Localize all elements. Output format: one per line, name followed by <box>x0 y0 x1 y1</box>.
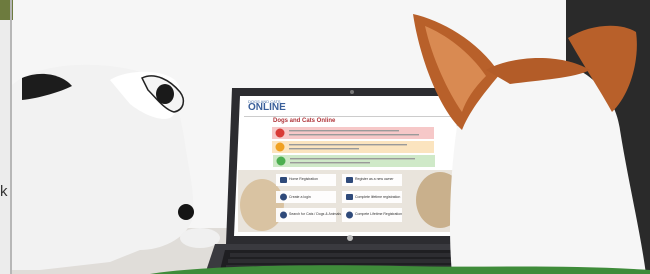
screen-page-title: Dogs and Cats Online <box>273 118 336 124</box>
row-3-bg <box>273 155 435 167</box>
tile-label-3[interactable]: Create a login <box>289 195 311 199</box>
side-letter: k <box>0 183 8 200</box>
photo-scene: DOGS AND CATS ONLINE Dogs and Cats Onlin… <box>0 0 650 274</box>
tile-label-6[interactable]: Compete Lifetime Registration <box>355 212 402 216</box>
row-2-marker <box>275 142 285 152</box>
scene-svg <box>0 0 650 274</box>
tile-label-2[interactable]: Register as a new owner <box>355 177 394 181</box>
frame-line <box>10 0 12 274</box>
screen-brand: ONLINE <box>248 102 286 113</box>
tile-label-1[interactable]: Home Registration <box>289 177 318 181</box>
row-3-marker <box>276 156 286 166</box>
row-1-bg <box>272 127 434 139</box>
tile-label-5[interactable]: Search for Cats / Dogs & Animals <box>289 212 341 216</box>
row-2-bg <box>272 141 434 153</box>
tile-label-4[interactable]: Complete lifetime registration <box>355 195 400 199</box>
row-1-marker <box>275 128 285 138</box>
